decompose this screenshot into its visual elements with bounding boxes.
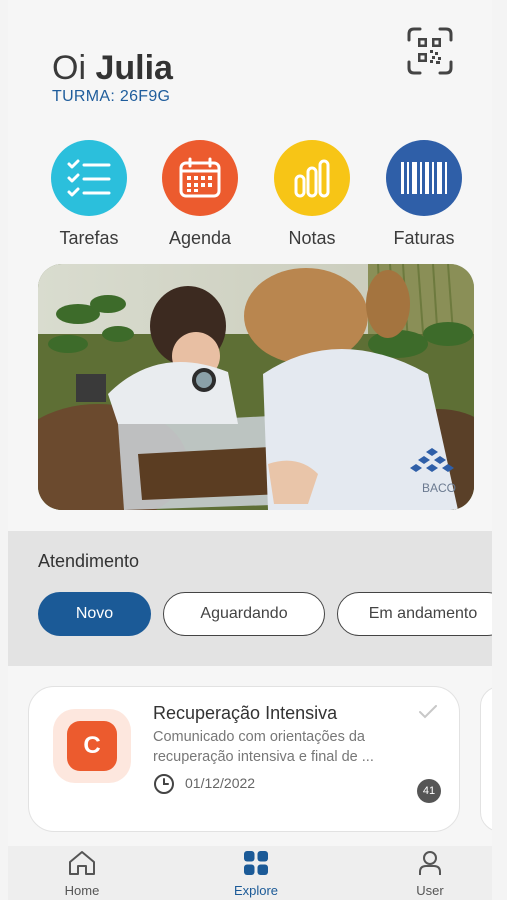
calendar-icon xyxy=(179,157,221,198)
bottom-nav: Home Explore User xyxy=(8,846,492,900)
nav-label: Home xyxy=(64,883,100,898)
nav-explore[interactable]: Explore xyxy=(216,850,296,898)
greeting-word: Oi xyxy=(52,49,86,87)
atendimento-section: Atendimento Novo Aguardando Em andamento xyxy=(8,531,492,666)
grid-icon xyxy=(244,851,268,875)
card-icon-wrap: C xyxy=(53,709,131,783)
section-title: Atendimento xyxy=(38,551,140,571)
shortcut-label: Tarefas xyxy=(59,228,119,248)
clock-icon xyxy=(154,774,174,794)
count-badge: 41 xyxy=(417,779,441,803)
filter-em-andamento[interactable]: Em andamento xyxy=(337,592,492,636)
card-description: Comunicado com orientações da recuperaçã… xyxy=(153,729,374,765)
card-title: Recuperação Intensiva xyxy=(153,703,338,723)
bar-chart-icon xyxy=(294,159,330,198)
shortcut-faturas[interactable]: Faturas xyxy=(376,140,472,249)
shortcut-agenda-circle xyxy=(162,140,238,216)
shortcut-label: Faturas xyxy=(393,228,455,248)
qr-code-icon xyxy=(407,27,453,75)
qr-code-button[interactable] xyxy=(406,26,454,76)
checklist-icon xyxy=(67,159,111,197)
shortcut-faturas-circle xyxy=(386,140,462,216)
check-icon xyxy=(419,705,437,719)
shortcut-tarefas[interactable]: Tarefas xyxy=(41,140,137,249)
nav-label: Explore xyxy=(233,883,279,898)
category-icon: C xyxy=(67,721,117,771)
shortcut-label: Agenda xyxy=(168,228,232,248)
next-card-peek[interactable] xyxy=(480,686,492,832)
shortcut-notas-circle xyxy=(274,140,350,216)
children-photo: BACO xyxy=(38,264,474,510)
filter-aguardando[interactable]: Aguardando xyxy=(163,592,325,636)
message-card[interactable]: C Recuperação Intensiva Comunicado com o… xyxy=(28,686,460,832)
class-code: TURMA: 26F9G xyxy=(52,88,171,105)
home-screen: Oi Julia TURMA: 26F9G Tarefas Agenda Not… xyxy=(8,0,492,900)
shortcut-agenda[interactable]: Agenda xyxy=(152,140,248,249)
user-name: Julia xyxy=(95,49,173,87)
home-icon xyxy=(69,851,95,875)
user-icon xyxy=(419,851,441,875)
nav-user[interactable]: User xyxy=(390,850,470,898)
shortcut-notas[interactable]: Notas xyxy=(264,140,360,249)
banner-photo[interactable]: BACO xyxy=(38,264,474,510)
nav-home[interactable]: Home xyxy=(42,850,122,898)
banner-logo-text: BACO xyxy=(422,481,456,495)
filter-novo[interactable]: Novo xyxy=(38,592,151,636)
greeting: Oi Julia xyxy=(52,48,173,88)
shortcut-label: Notas xyxy=(288,228,336,248)
nav-label: User xyxy=(416,883,444,898)
shortcut-tarefas-circle xyxy=(51,140,127,216)
barcode-icon xyxy=(401,162,447,194)
card-date: 01/12/2022 xyxy=(185,775,256,791)
